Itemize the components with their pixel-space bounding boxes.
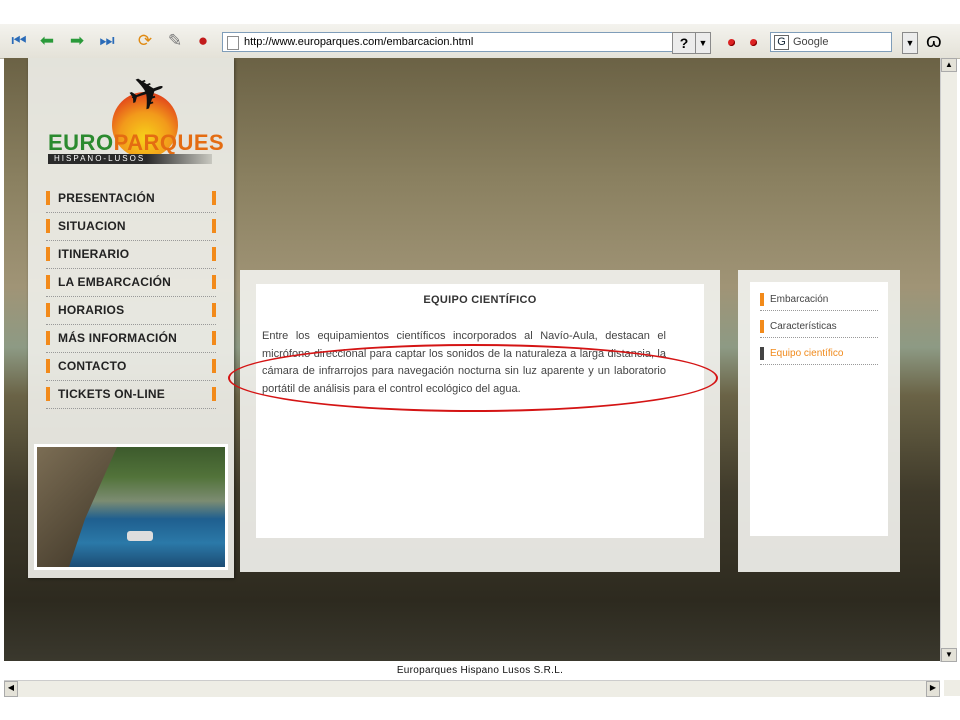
address-url: http://www.europarques.com/embarcacion.h… (244, 36, 474, 48)
river-photo (34, 444, 228, 570)
nav-item-label: PRESENTACIÓN (58, 191, 155, 205)
nav-item-label: ITINERARIO (58, 247, 130, 261)
nav-marker (212, 331, 216, 345)
submenu-marker (760, 293, 764, 306)
logo-name-part2: PARQUES (113, 130, 225, 155)
forward-icon[interactable]: ➡ (66, 30, 88, 52)
submenu-item-caracteristicas[interactable]: Características (760, 317, 878, 338)
first-page-icon[interactable]: ⏮ (8, 30, 30, 52)
nav-marker (46, 247, 50, 261)
page-icon (227, 36, 239, 50)
content-title: EQUIPO CIENTÍFICO (423, 294, 537, 306)
nav-marker (212, 303, 216, 317)
fast-forward-icon[interactable]: ⏭ (96, 30, 118, 52)
vertical-scrollbar[interactable]: ▲ ▼ (940, 58, 957, 662)
nav-marker (46, 191, 50, 205)
nav-marker (212, 359, 216, 373)
submenu-marker (760, 320, 764, 333)
submenu-marker (760, 347, 764, 360)
nav-marker (212, 275, 216, 289)
nav-item-label: SITUACION (58, 219, 126, 233)
photo-cliff (37, 447, 117, 567)
scroll-left-icon[interactable]: ◀ (4, 681, 18, 697)
address-dropdown-button[interactable]: ▼ (695, 32, 711, 54)
nav-item-label: TICKETS ON-LINE (58, 387, 165, 401)
nav-marker (46, 275, 50, 289)
help-button[interactable]: ? (672, 32, 696, 54)
edit-pen-icon[interactable]: ✎ (164, 30, 186, 52)
nav-item-itinerario[interactable]: ITINERARIO (46, 242, 216, 269)
browser-toolbar: ⏮ ⬅ ➡ ⏭ ⟳ ✎ ● http://www.europarques.com… (0, 24, 960, 59)
glasses-icon[interactable]: ɷ (926, 30, 942, 53)
search-engine-label: Google (793, 36, 829, 48)
nav-marker (46, 303, 50, 317)
nav-item-situacion[interactable]: SITUACION (46, 214, 216, 241)
google-icon: G (774, 35, 789, 50)
indicator-dot-icon[interactable] (750, 39, 757, 46)
submenu-item-embarcacion[interactable]: Embarcación (760, 290, 878, 311)
nav-marker (46, 331, 50, 345)
scroll-right-icon[interactable]: ▶ (926, 681, 940, 697)
nav-item-label: CONTACTO (58, 359, 127, 373)
submenu-box: Embarcación Características Equipo cient… (750, 282, 888, 536)
nav-item-la-embarcacion[interactable]: LA EMBARCACIÓN (46, 270, 216, 297)
logo-subtitle: HISPANO-LUSOS (48, 154, 212, 164)
nav-item-label: MÁS INFORMACIÓN (58, 331, 177, 345)
logo-name-part1: EURO (48, 130, 114, 155)
indicator-dot-icon[interactable] (728, 39, 735, 46)
nav-item-label: LA EMBARCACIÓN (58, 275, 172, 289)
nav-marker (46, 359, 50, 373)
site-logo[interactable]: EUROPARQUES (48, 130, 224, 156)
top-strip (0, 0, 960, 24)
red-highlight-ellipse (228, 344, 718, 412)
address-bar[interactable]: http://www.europarques.com/embarcacion.h… (222, 32, 674, 52)
photo-boat (127, 531, 153, 541)
submenu-item-label: Equipo científico (770, 348, 844, 359)
back-icon[interactable]: ⬅ (36, 30, 58, 52)
search-dropdown-button[interactable]: ▼ (902, 32, 918, 54)
nav-marker (212, 219, 216, 233)
nav-marker (212, 191, 216, 205)
main-nav: PRESENTACIÓN SITUACION ITINERARIO LA EMB… (46, 186, 216, 410)
left-sidebar: ✈ EUROPARQUES HISPANO-LUSOS PRESENTACIÓN… (28, 58, 234, 578)
horizontal-scrollbar[interactable]: ◀ ▶ (4, 680, 940, 697)
status-bar: Europarques Hispano Lusos S.R.L. (0, 662, 960, 680)
nav-marker (212, 387, 216, 401)
nav-item-presentacion[interactable]: PRESENTACIÓN (46, 186, 216, 213)
resize-grip-icon[interactable] (944, 680, 960, 696)
submenu-item-equipo-cientifico[interactable]: Equipo científico (760, 344, 878, 365)
nav-item-label: HORARIOS (58, 303, 125, 317)
submenu-panel: Embarcación Características Equipo cient… (738, 270, 900, 572)
content-panel: EQUIPO CIENTÍFICO Entre los equipamiento… (240, 270, 720, 572)
nav-item-tickets-online[interactable]: TICKETS ON-LINE (46, 382, 216, 409)
reload-icon[interactable]: ⟳ (134, 30, 156, 52)
nav-item-contacto[interactable]: CONTACTO (46, 354, 216, 381)
submenu-item-label: Características (770, 321, 837, 332)
nav-marker (212, 247, 216, 261)
submenu-item-label: Embarcación (770, 294, 829, 305)
scroll-down-icon[interactable]: ▼ (941, 648, 957, 662)
nav-marker (46, 387, 50, 401)
stop-icon[interactable]: ● (192, 30, 214, 52)
scroll-up-icon[interactable]: ▲ (941, 58, 957, 72)
nav-marker (46, 219, 50, 233)
search-box[interactable]: G Google (770, 32, 892, 52)
nav-item-horarios[interactable]: HORARIOS (46, 298, 216, 325)
nav-item-mas-informacion[interactable]: MÁS INFORMACIÓN (46, 326, 216, 353)
